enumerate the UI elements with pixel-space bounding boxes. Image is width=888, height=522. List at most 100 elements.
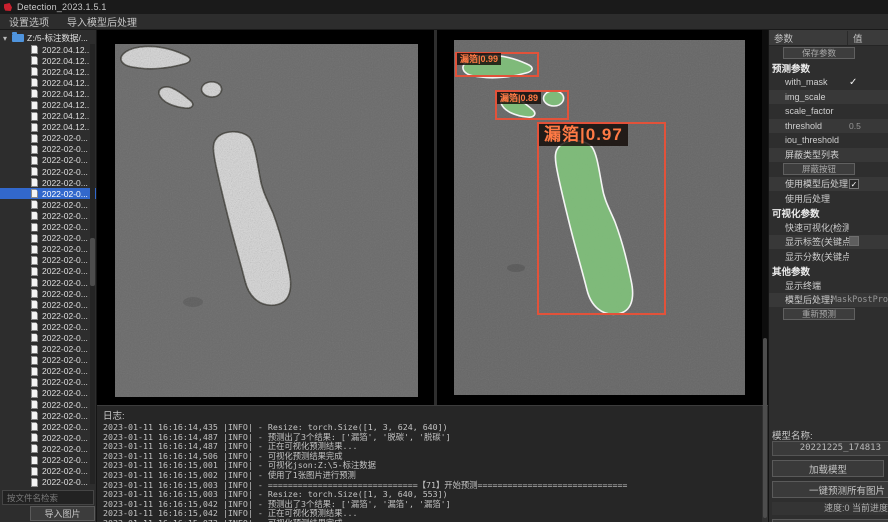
param-row[interactable]: 快速可视化(检测): [769, 220, 888, 235]
save-params-button[interactable]: 保存参数: [783, 47, 855, 59]
param-label: 显示终端: [769, 279, 849, 292]
file-icon: [31, 456, 38, 465]
param-row[interactable]: 模型后处理器MaskPostPro: [769, 293, 888, 308]
tree-item[interactable]: 2022-02-0...: [0, 277, 96, 288]
tree-item[interactable]: 2022.04.12...: [0, 55, 96, 66]
tree-item[interactable]: 2022-02-0...: [0, 355, 96, 366]
tree-item[interactable]: 2022-02-0...: [0, 477, 96, 488]
log-panel: 日志: 2023-01-11 16:16:14,435 |INFO| - Res…: [97, 405, 768, 522]
tree-item[interactable]: 2022-02-0...: [0, 410, 96, 421]
param-row[interactable]: 使用后处理: [769, 191, 888, 206]
tree-item[interactable]: 2022-02-0...: [0, 266, 96, 277]
menu-settings[interactable]: 设置选项: [9, 14, 49, 29]
mask-types-button[interactable]: 屏蔽按钮: [783, 163, 855, 175]
tree-item[interactable]: 2022-02-0...: [0, 133, 96, 144]
folder-icon: [12, 34, 24, 42]
predict-all-button[interactable]: 一键预测所有图片: [772, 481, 888, 498]
tree-item-label: 2022-02-0...: [42, 344, 88, 354]
tree-item[interactable]: 2022-02-0...: [0, 399, 96, 410]
tree-item[interactable]: 2022-02-0...: [0, 144, 96, 155]
param-row[interactable]: with_mask✓: [769, 75, 888, 90]
file-tree[interactable]: ▾ Z:/5-标注数据/... 2022.04.12...2022.04.12.…: [0, 30, 96, 489]
checkbox-checked-icon[interactable]: ✓: [849, 179, 859, 189]
checkbox-empty-icon[interactable]: [849, 236, 859, 246]
param-row[interactable]: 屏蔽类型列表: [769, 148, 888, 163]
param-button-row: 重新预测: [769, 307, 888, 322]
tree-item[interactable]: 2022-02-0...: [0, 321, 96, 332]
tree-item-label: 2022-02-0...: [42, 222, 88, 232]
tree-item[interactable]: 2022.04.12...: [0, 66, 96, 77]
param-row[interactable]: 显示标签(关键点): [769, 235, 888, 250]
file-icon: [31, 223, 38, 232]
tree-item[interactable]: 2022.04.12...: [0, 44, 96, 55]
tree-item[interactable]: 2022-02-0...: [0, 432, 96, 443]
tree-item-label: 2022.04.12...: [42, 67, 92, 77]
tree-item[interactable]: 2022-02-0...: [0, 310, 96, 321]
param-row[interactable]: 使用模型后处理✓: [769, 177, 888, 192]
tree-item[interactable]: 2022-02-0...: [0, 233, 96, 244]
load-model-button[interactable]: 加载模型: [772, 460, 884, 477]
file-icon: [31, 300, 38, 309]
tree-item[interactable]: 2022-02-0...: [0, 177, 96, 188]
tree-item[interactable]: 2022-02-0...: [0, 377, 96, 388]
param-row[interactable]: 显示终端: [769, 278, 888, 293]
tree-item[interactable]: 2022-02-0...: [0, 466, 96, 477]
caret-down-icon[interactable]: ▾: [3, 34, 12, 43]
param-column-header: 参数: [769, 31, 847, 45]
detection-label: 漏箔|0.89: [497, 92, 541, 104]
tree-item[interactable]: 2022.04.12...: [0, 77, 96, 88]
tree-item[interactable]: 2022-02-0...: [0, 332, 96, 343]
tree-item[interactable]: 2022-02-0...: [0, 222, 96, 233]
tree-root-folder[interactable]: ▾ Z:/5-标注数据/...: [0, 32, 96, 44]
tree-item[interactable]: 2022.04.12...: [0, 99, 96, 110]
tree-item[interactable]: 2022-02-0...: [0, 188, 96, 199]
tree-item[interactable]: 2022-02-0...: [0, 288, 96, 299]
model-name-label: 模型名称:: [772, 428, 888, 441]
viewer-scrollbar-thumb[interactable]: [763, 338, 767, 518]
tree-item[interactable]: 2022-02-0...: [0, 344, 96, 355]
source-image[interactable]: [115, 44, 418, 397]
prediction-image[interactable]: 漏箔|0.99 漏箔|0.89 漏箔|0.97: [454, 40, 745, 395]
tree-item[interactable]: 2022-02-0...: [0, 244, 96, 255]
tree-item-label: 2022.04.12...: [42, 111, 92, 121]
param-row[interactable]: scale_factor: [769, 104, 888, 119]
filename-search-input[interactable]: [2, 490, 94, 505]
param-row[interactable]: threshold0.5: [769, 119, 888, 134]
file-icon: [31, 211, 38, 220]
param-label: 使用后处理: [769, 192, 849, 205]
model-name-field[interactable]: 20221225_174813: [772, 441, 888, 456]
tree-item[interactable]: 2022-02-0...: [0, 166, 96, 177]
param-row[interactable]: img_scale: [769, 90, 888, 105]
tree-item[interactable]: 2022.04.12...: [0, 111, 96, 122]
tree-item[interactable]: 2022-02-0...: [0, 388, 96, 399]
tree-item[interactable]: 2022-02-0...: [0, 210, 96, 221]
tree-item[interactable]: 2022-02-0...: [0, 443, 96, 454]
tree-item[interactable]: 2022-02-0...: [0, 199, 96, 210]
tree-item[interactable]: 2022.04.12...: [0, 88, 96, 99]
param-value: ✓: [849, 77, 888, 88]
value-column-header: 值: [847, 31, 888, 45]
import-images-button[interactable]: 导入图片: [30, 506, 95, 521]
param-value: MaskPostPro: [832, 295, 888, 305]
tree-scrollbar[interactable]: [90, 44, 95, 484]
file-icon: [31, 67, 38, 76]
tree-item[interactable]: 2022-02-0...: [0, 255, 96, 266]
re-predict-button[interactable]: 重新预测: [783, 308, 855, 320]
tree-item-label: 2022-02-0...: [42, 366, 88, 376]
tree-item[interactable]: 2022-02-0...: [0, 421, 96, 432]
file-icon: [31, 333, 38, 342]
param-button-row: 保存参数: [769, 46, 888, 61]
tree-item-label: 2022.04.12...: [42, 78, 92, 88]
progress-status: 速度:0 当前进度: [772, 502, 888, 515]
tree-item[interactable]: 2022-02-0...: [0, 299, 96, 310]
tree-item[interactable]: 2022-02-0...: [0, 366, 96, 377]
tree-item[interactable]: 2022.04.12...: [0, 122, 96, 133]
param-row[interactable]: 显示分数(关键点): [769, 249, 888, 264]
file-icon: [31, 433, 38, 442]
tree-item[interactable]: 2022-02-0...: [0, 454, 96, 465]
param-row[interactable]: iou_threshold: [769, 133, 888, 148]
params-panel: 参数 值 保存参数预测参数with_mask✓img_scalescale_fa…: [768, 30, 888, 522]
tree-item[interactable]: 2022-02-0...: [0, 155, 96, 166]
tree-scrollbar-thumb[interactable]: [90, 238, 95, 286]
menu-import-postprocess[interactable]: 导入模型后处理: [67, 14, 137, 29]
